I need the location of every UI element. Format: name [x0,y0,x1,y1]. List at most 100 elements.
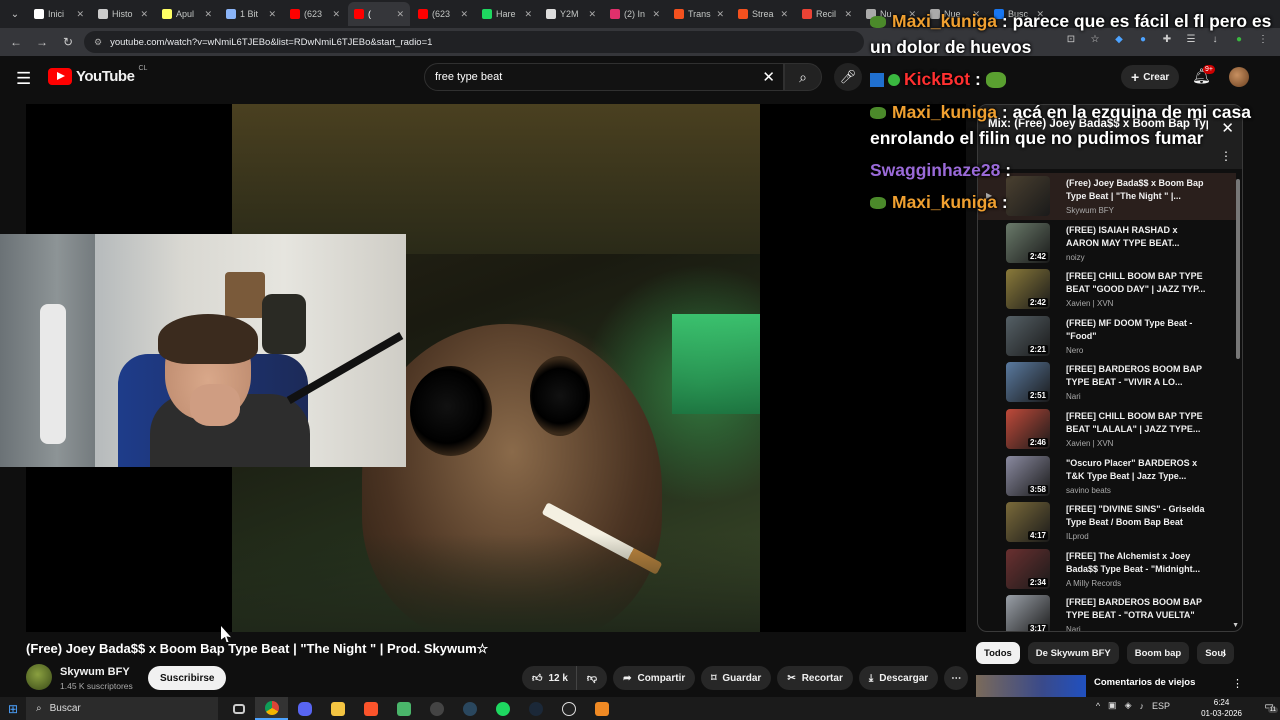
browser-tab[interactable]: Trans ✕ [668,2,730,26]
close-tab-icon[interactable]: ✕ [204,9,212,20]
filter-chip[interactable]: Todos [976,642,1020,664]
filter-chip[interactable]: Soul [1197,642,1234,664]
playlist-thumbnail[interactable] [1006,176,1050,216]
scroll-down-icon[interactable]: ▼ [1232,622,1239,629]
close-tab-icon[interactable]: ✕ [780,9,788,20]
recommended-video[interactable]: Comentarios de viejos ⋮ [976,675,1243,697]
playlist-item-title[interactable]: [FREE] BARDEROS BOOM BAP TYPE BEAT - "VI… [1066,363,1206,389]
playlist-item[interactable]: ▶ (Free) Joey Bada$$ x Boom Bap Type Beat… [978,173,1236,220]
playlist-item-title[interactable]: [FREE] The Alchemist x Joey Bada$$ Type … [1066,550,1206,576]
store-icon[interactable] [387,697,420,720]
save-button[interactable]: ⌑ Guardar [701,666,772,690]
url-field[interactable]: ⚙ youtube.com/watch?v=wNmiL6TJEBo&list=R… [84,31,864,53]
extension-icon[interactable]: ◆ [1112,32,1126,46]
close-tab-icon[interactable]: ✕ [396,9,404,20]
tray-chevron-icon[interactable]: ^ [1096,701,1100,711]
channel-name[interactable]: Skywum BFY [60,666,130,678]
windows-start-icon[interactable]: ⊞ [0,697,26,720]
subscribe-button[interactable]: Suscribirse [148,666,227,690]
channel-avatar[interactable] [26,664,52,690]
bookmark-star-icon[interactable]: ☆ [1088,32,1102,46]
reload-icon[interactable]: ↻ [58,32,78,52]
file-explorer-icon[interactable] [321,697,354,720]
playlist-thumbnail[interactable]: 2:21 [1006,315,1050,356]
account-avatar[interactable] [1229,67,1249,87]
profile-icon[interactable]: ● [1232,32,1246,46]
playlist-item[interactable]: 3:58 "Oscuro Placer" BARDEROS x T&K Type … [978,453,1236,500]
browser-tab[interactable]: 1 Bit ✕ [220,2,282,26]
dislike-button[interactable]: 👎︎ [575,666,608,690]
task-view-icon[interactable] [222,697,255,720]
install-icon[interactable]: ⊡ [1064,32,1078,46]
browser-tab[interactable]: Apul ✕ [156,2,218,26]
playlist-item[interactable]: 2:21 (FREE) MF DOOM Type Beat - "Food" Ner… [978,313,1236,360]
like-button[interactable]: 👍︎ 12 k [522,666,576,690]
playlist-thumbnail[interactable]: 3:17 [1006,595,1050,631]
more-actions-button[interactable]: ⋯ [944,666,969,690]
close-tab-icon[interactable]: ✕ [588,9,596,20]
share-button[interactable]: ➦ Compartir [613,666,696,690]
playlist-item-title[interactable]: (Free) Joey Bada$$ x Boom Bap Type Beat … [1066,177,1206,203]
close-tab-icon[interactable]: ✕ [76,9,84,20]
steam-icon[interactable] [453,697,486,720]
discord-icon[interactable] [288,697,321,720]
browser-tab[interactable]: (623 ✕ [284,2,346,26]
playlist-thumbnail[interactable]: 2:46 [1006,408,1050,449]
filter-chip[interactable]: De Skywum BFY [1027,642,1119,664]
taskbar-clock[interactable]: 6:24 01-03-2026 [1201,697,1242,719]
close-tab-icon[interactable]: ✕ [460,9,468,20]
close-tab-icon[interactable]: ✕ [268,9,276,20]
voice-search-button[interactable]: 🎤︎ [834,63,862,91]
tab-search-icon[interactable]: ⌄ [2,3,28,25]
playlist-thumbnail[interactable]: 3:58 [1006,455,1050,496]
playlist-item[interactable]: 2:42 (FREE) ISAIAH RASHAD x AARON MAY TYP… [978,220,1236,267]
clear-search-icon[interactable]: ✕ [762,68,775,86]
search-button[interactable]: ⌕ [784,63,822,91]
close-tab-icon[interactable]: ✕ [844,9,852,20]
recommended-thumbnail[interactable] [976,675,1086,697]
playlist-item[interactable]: 2:51 [FREE] BARDEROS BOOM BAP TYPE BEAT -… [978,359,1236,406]
more-vert-icon[interactable]: ⋮ [1220,149,1232,163]
playlist-thumbnail[interactable]: 4:17 [1006,502,1050,543]
reading-list-icon[interactable]: ☰ [1184,32,1198,46]
chevron-right-icon[interactable]: › [1222,646,1226,661]
playlist-item-title[interactable]: "Oscuro Placer" BARDEROS x T&K Type Beat… [1066,457,1206,483]
tray-app-icon[interactable]: ▣ [1108,700,1117,711]
playlist-thumbnail[interactable]: 2:34 [1006,548,1050,589]
playlist-item-title[interactable]: [FREE] BARDEROS BOOM BAP TYPE BEAT - "OT… [1066,596,1206,623]
downloads-icon[interactable]: ↓ [1208,32,1222,46]
back-icon[interactable]: ← [6,32,26,52]
browser-tab[interactable]: Strea ✕ [732,2,794,26]
playlist-item-title[interactable]: [FREE] CHILL BOOM BAP TYPE BEAT "GOOD DA… [1066,270,1206,296]
menu-icon[interactable]: ☰ [16,69,31,89]
playlist-scrollbar[interactable] [1236,179,1240,359]
playlist-item-title[interactable]: [FREE] "DIVINE SINS" - Griselda Type Bea… [1066,503,1206,529]
obs-icon[interactable] [420,697,453,720]
puzzle-icon[interactable]: ✚ [1160,32,1174,46]
playlist-thumbnail[interactable]: 2:42 [1006,222,1050,263]
language-indicator[interactable]: ESP [1152,701,1170,711]
clip-button[interactable]: ✂ Recortar [777,666,853,690]
playlist-thumbnail[interactable]: 2:42 [1006,269,1050,310]
more-vert-icon[interactable]: ⋮ [1232,677,1243,690]
search-input[interactable]: free type beat ✕ [424,63,784,91]
spotify-icon[interactable] [486,697,519,720]
site-info-icon[interactable]: ⚙ [94,37,102,48]
playlist-thumbnail[interactable]: 2:51 [1006,362,1050,403]
browser-tab[interactable]: Histo ✕ [92,2,154,26]
close-tab-icon[interactable]: ✕ [652,9,660,20]
chrome-icon[interactable] [255,697,288,720]
browser-tab[interactable]: Y2M ✕ [540,2,602,26]
forward-icon[interactable]: → [32,32,52,52]
playlist-item[interactable]: 4:17 [FREE] "DIVINE SINS" - Griselda Type… [978,499,1236,546]
close-tab-icon[interactable]: ✕ [524,9,532,20]
network-icon[interactable]: ◈ [1125,700,1132,711]
playlist-item[interactable]: 2:46 [FREE] CHILL BOOM BAP TYPE BEAT "LAL… [978,406,1236,453]
browser-tab[interactable]: (623 ✕ [412,2,474,26]
steam-2-icon[interactable] [519,697,552,720]
playlist-item[interactable]: 2:34 [FREE] The Alchemist x Joey Bada$$ T… [978,546,1236,593]
browser-menu-icon[interactable]: ⋮ [1256,32,1270,46]
close-tab-icon[interactable]: ✕ [332,9,340,20]
extension-2-icon[interactable]: ● [1136,32,1150,46]
close-tab-icon[interactable]: ✕ [716,9,724,20]
